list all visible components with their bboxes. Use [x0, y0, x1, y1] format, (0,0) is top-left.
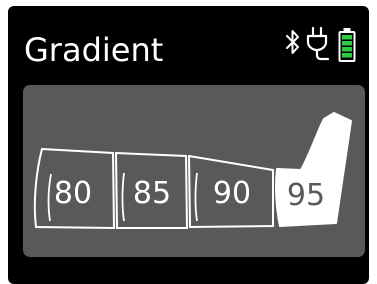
segment-label-2: 85: [133, 176, 171, 211]
status-bar: [286, 26, 362, 66]
segment-label-1: 80: [54, 176, 92, 211]
device-screen: Gradient 80 85 90 95: [8, 6, 369, 284]
limb-segment-3[interactable]: 90: [187, 154, 274, 229]
segment-label-4: 95: [287, 178, 325, 213]
screen-title: Gradient: [24, 31, 164, 69]
limb-panel: 80 85 90 95: [23, 85, 365, 257]
battery-icon: [338, 28, 356, 62]
bluetooth-icon: [286, 30, 299, 54]
limb-diagram: 80 85 90 95: [33, 112, 352, 230]
limb-segment-4[interactable]: 95: [275, 112, 352, 227]
plug-icon: [306, 26, 330, 61]
limb-segment-1[interactable]: 80: [33, 147, 116, 230]
limb-segment-2[interactable]: 85: [114, 151, 189, 229]
segment-label-3: 90: [213, 176, 251, 211]
